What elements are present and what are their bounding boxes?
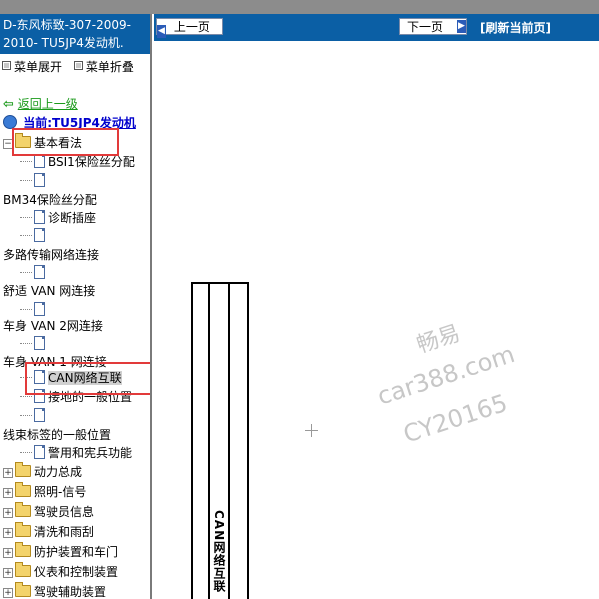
expand-toggle-icon[interactable]: +: [3, 488, 13, 498]
page-toolbar: ◀ 上一页 下一页 ▶ [刷新当前页]: [154, 14, 599, 41]
document-icon: [34, 445, 45, 459]
globe-icon: [3, 115, 17, 129]
menu-expand-button[interactable]: 菜单展开: [2, 60, 62, 74]
folder-icon: [15, 462, 31, 477]
tree-folder[interactable]: + 清洗和雨刮: [3, 522, 94, 542]
expand-toggle-icon[interactable]: +: [3, 588, 13, 598]
highlight-box-basic: [12, 128, 119, 156]
tree-item[interactable]: [20, 406, 48, 426]
tree-folder[interactable]: + 防护装置和车门: [3, 542, 118, 562]
tree-item[interactable]: [20, 263, 48, 283]
tree-item[interactable]: 线束标签的一般位置: [3, 425, 111, 445]
back-link[interactable]: 返回上一级: [18, 97, 78, 111]
arrow-right-icon: ▶: [457, 20, 466, 33]
document-icon: [34, 336, 45, 350]
diagram-vertical-label: CAN网络互联: [212, 510, 226, 594]
folder-icon: [15, 582, 31, 597]
menu-row: 菜单展开 菜单折叠: [2, 58, 142, 75]
tree-item[interactable]: [20, 334, 48, 354]
expand-icon: [2, 61, 11, 70]
document-title: D-东风标致-307-2009- 2010- TU5JP4发动机.: [0, 14, 150, 54]
expand-toggle-icon[interactable]: +: [3, 468, 13, 478]
folder-icon: [15, 562, 31, 577]
top-strip: [0, 0, 599, 14]
refresh-page-link[interactable]: [刷新当前页]: [480, 19, 551, 36]
menu-collapse-button[interactable]: 菜单折叠: [73, 60, 134, 74]
tree-item[interactable]: [20, 226, 48, 246]
arrow-left-icon: ◀: [157, 25, 166, 38]
document-icon: [34, 173, 45, 187]
tree-item[interactable]: 多路传输网络连接: [3, 245, 99, 265]
title-line-1: D-东风标致-307-2009-: [3, 18, 132, 32]
document-icon: [34, 228, 45, 242]
content-pane: ◀ 上一页 下一页 ▶ [刷新当前页] CAN网络互联 畅易 car388.co…: [154, 14, 599, 599]
tree-item[interactable]: 诊断插座: [20, 208, 96, 228]
crosshair-cursor-icon: [305, 424, 318, 437]
folder-icon: [15, 542, 31, 557]
folder-icon: [15, 502, 31, 517]
tree-item[interactable]: BM34保险丝分配: [3, 190, 97, 210]
expand-toggle-icon[interactable]: +: [3, 508, 13, 518]
collapse-icon: [73, 61, 83, 70]
back-row: ⇦ 返回上一级: [3, 95, 78, 112]
tree-folder[interactable]: + 驾驶员信息: [3, 502, 94, 522]
expand-toggle-icon[interactable]: +: [3, 548, 13, 558]
highlight-box-can: [25, 362, 150, 395]
back-arrow-icon: ⇦: [3, 97, 14, 112]
document-icon: [34, 265, 45, 279]
tree-folder[interactable]: + 仪表和控制装置: [3, 562, 118, 582]
tree-item[interactable]: [20, 171, 48, 191]
tree-pane: D-东风标致-307-2009- 2010- TU5JP4发动机. 菜单展开 菜…: [0, 14, 152, 599]
expand-toggle-icon[interactable]: +: [3, 528, 13, 538]
tree-folder[interactable]: + 驾驶辅助装置: [3, 582, 106, 599]
next-page-button[interactable]: 下一页 ▶: [399, 18, 467, 35]
prev-page-button[interactable]: ◀ 上一页: [156, 18, 223, 38]
tree-item[interactable]: 警用和宪兵功能: [20, 443, 132, 463]
tree-folder[interactable]: + 照明-信号: [3, 482, 86, 502]
document-icon: [34, 302, 45, 316]
expand-toggle-icon[interactable]: +: [3, 568, 13, 578]
tree-item[interactable]: 车身 VAN 2网连接: [3, 316, 103, 336]
folder-icon: [15, 522, 31, 537]
document-icon: [34, 408, 45, 422]
document-icon: [34, 154, 45, 168]
title-line-2: 2010- TU5JP4发动机.: [3, 36, 124, 50]
tree-item[interactable]: 舒适 VAN 网连接: [3, 281, 95, 301]
watermark-line-1: 畅易: [413, 321, 464, 359]
tree-folder[interactable]: + 动力总成: [3, 462, 82, 482]
document-icon: [34, 210, 45, 224]
folder-icon: [15, 482, 31, 497]
